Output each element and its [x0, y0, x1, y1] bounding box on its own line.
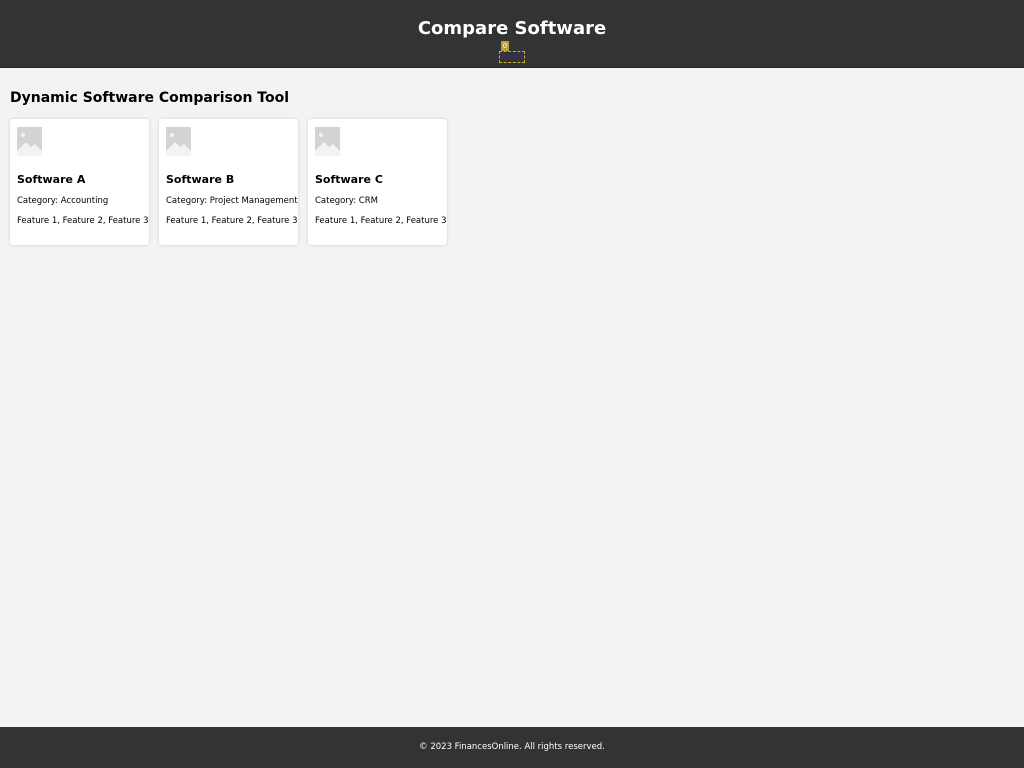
software-category: Category: Project Management: [166, 196, 298, 206]
software-name: Software C: [315, 173, 383, 186]
software-card[interactable]: Software A Category: Accounting Feature …: [10, 119, 149, 245]
software-features: Feature 1, Feature 2, Feature 3: [315, 216, 447, 226]
image-placeholder-icon: [315, 127, 340, 156]
software-features: Feature 1, Feature 2, Feature 3: [166, 216, 298, 226]
software-card-list: Software A Category: Accounting Feature …: [10, 119, 447, 245]
site-footer: © 2023 FinancesOnline. All rights reserv…: [0, 727, 1024, 768]
software-card[interactable]: Software B Category: Project Management …: [159, 119, 298, 245]
section-heading: Dynamic Software Comparison Tool: [10, 90, 290, 106]
software-category: Category: CRM: [315, 196, 378, 206]
software-card[interactable]: Software C Category: CRM Feature 1, Feat…: [308, 119, 447, 245]
software-category: Category: Accounting: [17, 196, 109, 206]
software-name: Software B: [166, 173, 235, 186]
home-link[interactable]: Home: [499, 51, 525, 63]
software-features: Feature 1, Feature 2, Feature 3: [17, 216, 149, 226]
site-header: Compare Software 0 Home: [0, 0, 1024, 68]
software-name: Software A: [17, 173, 86, 186]
count-badge: 0: [501, 41, 509, 51]
image-placeholder-icon: [17, 127, 42, 156]
page-title: Compare Software: [417, 18, 607, 39]
copyright-text: © 2023 FinancesOnline. All rights reserv…: [419, 742, 605, 752]
image-placeholder-icon: [166, 127, 191, 156]
